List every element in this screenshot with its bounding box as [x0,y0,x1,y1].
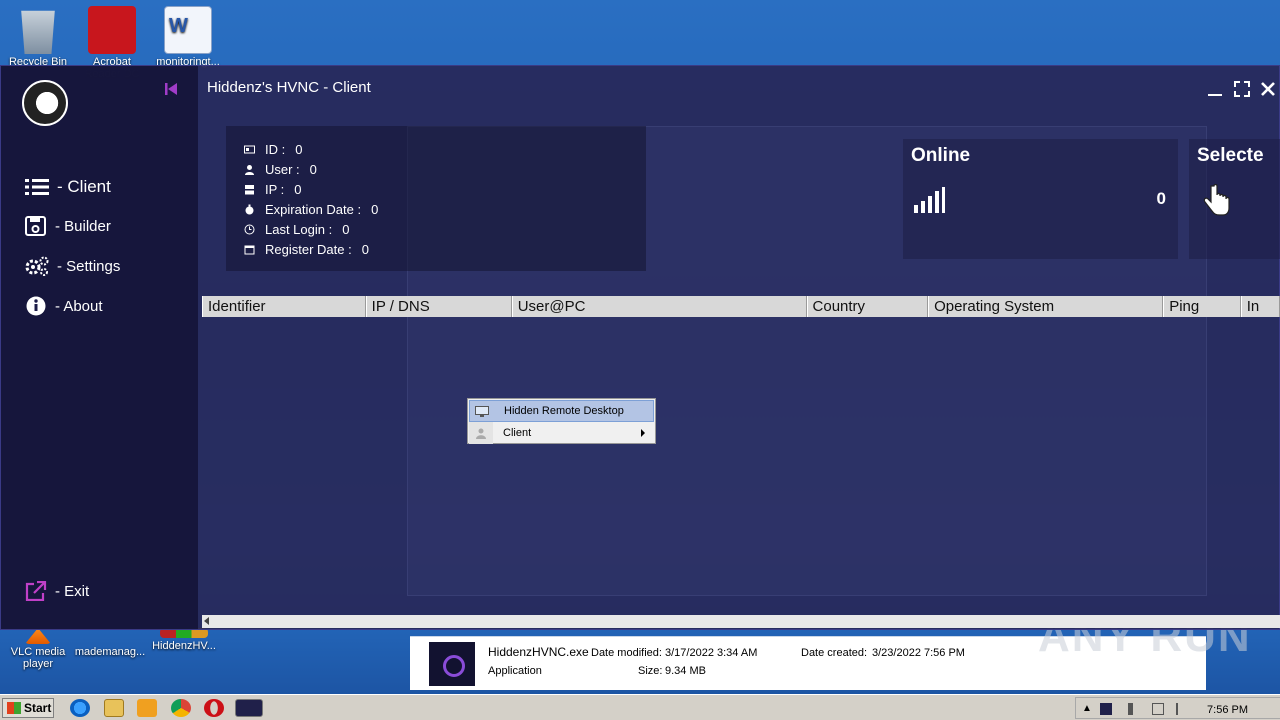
save-icon [25,216,46,236]
id-card-icon [244,145,255,154]
desktop-icon-label: VLC media player [10,646,66,670]
exit-icon [25,581,47,601]
selected-card: Selecte [1189,139,1280,259]
hand-pointer-icon [1203,184,1230,216]
menu-item-hidden-remote-desktop[interactable]: Hidden Remote Desktop [469,400,654,422]
online-card: Online 0 [903,139,1178,259]
details-created: 3/23/2022 7:56 PM [872,647,965,659]
monitor-icon [475,405,489,417]
collapse-sidebar-icon[interactable] [164,82,178,96]
title-bar: Hiddenz's HVNC - Client [198,66,1279,110]
avatar [22,80,68,126]
info-last-login: Last Login : 0 [244,222,349,237]
sidebar-item-about[interactable]: - About [25,296,103,316]
selected-title: Selecte [1197,145,1264,166]
hvnc-tray-icon[interactable] [1100,703,1112,715]
start-button[interactable]: Start [2,698,54,718]
sidebar-item-settings[interactable]: - Settings [25,256,120,276]
column-identifier[interactable]: Identifier [202,296,366,317]
info-expiration: Expiration Date : 0 [244,202,378,217]
column-in[interactable]: In [1240,296,1280,317]
column-user-pc[interactable]: User@PC [511,296,807,317]
signal-bars-icon [914,187,945,213]
desktop-icon-vlc[interactable]: VLC media player [0,628,76,670]
windows-flag-icon [7,702,21,714]
details-filename: HiddenzHVNC.exe [488,645,589,659]
desktop-icon-monitoring[interactable]: monitoringt... [150,6,226,68]
server-icon [245,185,254,195]
horizontal-scrollbar[interactable] [202,615,1280,628]
column-ping[interactable]: Ping [1163,296,1241,317]
user-icon [476,428,486,439]
ie-icon[interactable] [70,699,90,717]
info-ip: IP : 0 [244,182,302,197]
minimize-icon[interactable] [1206,80,1224,98]
media-player-icon[interactable] [137,699,157,717]
close-icon[interactable] [1259,80,1277,98]
chrome-icon[interactable] [171,699,191,717]
window-title: Hiddenz's HVNC - Client [207,79,371,96]
column-country[interactable]: Country [806,296,929,317]
client-info-panel: ID : 0 User : 0 IP : 0 Expiration Date :… [226,126,646,271]
info-user: User : 0 [244,162,317,177]
sidebar-item-label: - Client [57,177,111,196]
online-count: 0 [1156,189,1166,208]
user-icon [245,165,254,175]
hvnc-taskbar-icon[interactable] [235,699,263,717]
info-id: ID : 0 [244,142,302,157]
column-operating-system[interactable]: Operating System [928,296,1164,317]
stopwatch-icon [245,204,254,215]
system-tray: ▲ 7:56 PM [1075,697,1280,719]
column-ip-dns[interactable]: IP / DNS [365,296,512,317]
desktop-icon-label: HiddenzHV... [152,640,216,652]
recycle-bin-icon [21,10,55,54]
sidebar-item-label: - Builder [55,217,111,235]
maximize-icon[interactable] [1233,80,1251,98]
info-icon [26,296,46,316]
sidebar: - Client - Builder - Settings - About - … [1,66,198,629]
sidebar-item-label: - Exit [55,582,90,600]
hvnc-window: - Client - Builder - Settings - About - … [0,65,1280,630]
details-size: 9.34 MB [665,665,706,677]
sidebar-item-client[interactable]: - Client [25,177,111,197]
context-menu: Hidden Remote Desktop Client [467,398,656,444]
menu-item-client[interactable]: Client [469,422,654,444]
desktop-icon-hiddenz[interactable]: HiddenzHV... [146,628,222,652]
sidebar-item-label: - Settings [57,257,121,275]
hvnc-app-icon [429,642,475,686]
desktop-icon-mademanag[interactable]: mademanag... [72,628,148,658]
clients-table-header: Identifier IP / DNS User@PC Country Oper… [202,296,1280,317]
network-icon[interactable] [1152,703,1164,715]
vlc-icon [25,628,51,644]
info-register-date: Register Date : 0 [244,242,369,257]
details-type: Application [488,665,542,677]
details-modified-label: Date modified: [591,647,662,659]
clock: 7:56 PM [1207,704,1248,716]
details-size-label: Size: [638,665,663,677]
gears-icon [25,256,49,276]
explorer-icon[interactable] [104,699,124,717]
sidebar-item-label: - About [55,297,103,315]
online-title: Online [911,145,971,166]
calendar-icon [244,245,255,255]
scroll-left-icon[interactable] [204,617,209,625]
show-hidden-icons-icon[interactable]: ▲ [1082,703,1094,715]
document-icon [86,628,134,644]
opera-icon[interactable] [204,699,224,717]
acrobat-icon [88,6,136,54]
details-created-label: Date created: [801,647,868,659]
flag-icon[interactable] [1176,703,1188,715]
submenu-arrow-icon [641,429,645,437]
volume-icon[interactable] [1128,703,1140,715]
details-modified: 3/17/2022 3:34 AM [665,647,758,659]
desktop-icon-label: mademanag... [74,646,146,658]
desktop-icon-recycle-bin[interactable]: Recycle Bin [0,6,76,68]
word-document-icon [164,6,212,54]
taskbar: Start ▲ 7:56 PM [0,694,1280,720]
list-icon [25,179,49,195]
clock-icon [244,224,255,235]
sidebar-item-exit[interactable]: - Exit [25,581,89,601]
sidebar-item-builder[interactable]: - Builder [25,216,111,236]
